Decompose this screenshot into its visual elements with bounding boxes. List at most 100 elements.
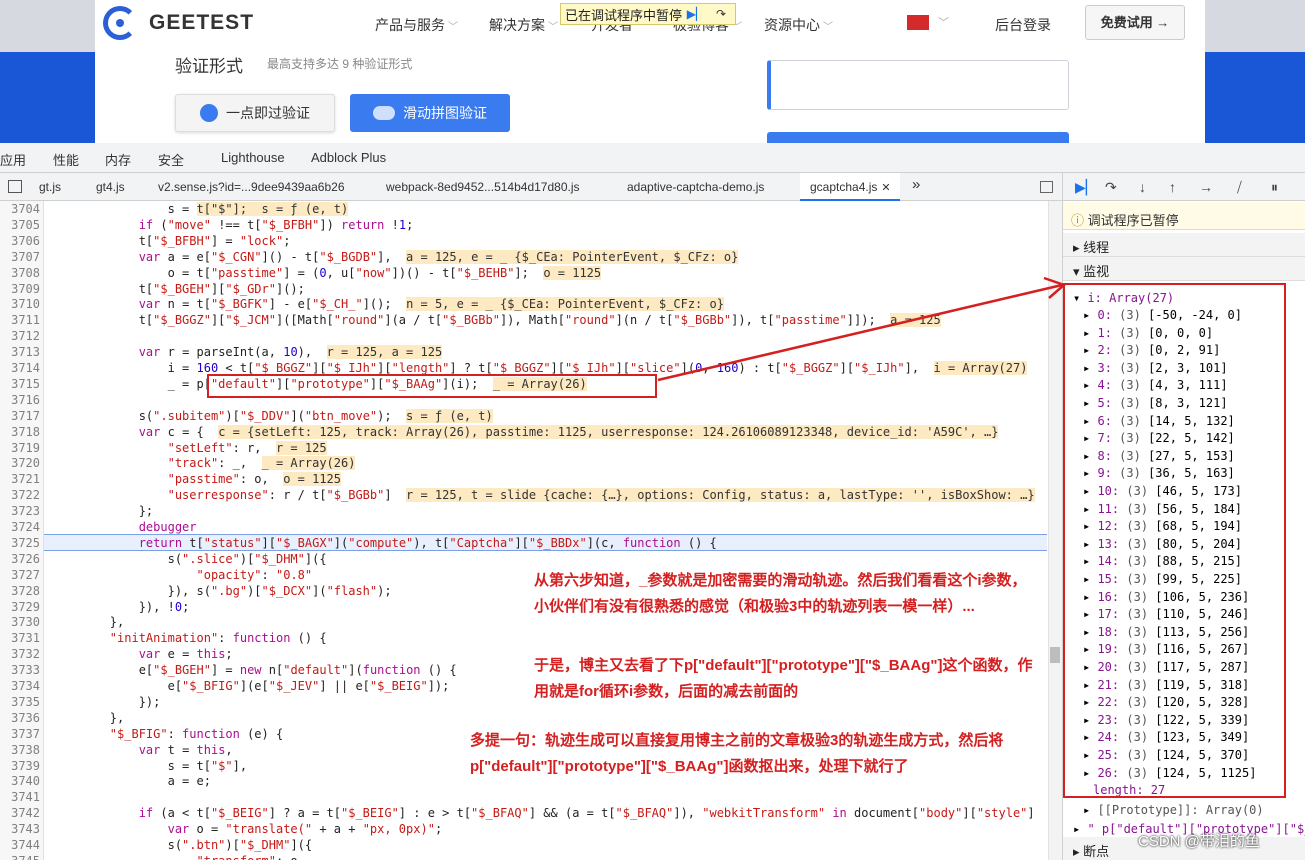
watch-section[interactable]: ▾ 监视 (1063, 257, 1305, 281)
line-number[interactable]: 3708 (2, 265, 40, 281)
step-over-icon[interactable]: ↷ (710, 5, 732, 23)
resume-icon[interactable]: ▶▏ (1075, 179, 1097, 196)
brand-name[interactable]: GEETEST (149, 11, 254, 35)
line-number[interactable]: 3705 (2, 217, 40, 233)
line-number[interactable]: 3713 (2, 344, 40, 360)
threads-label: 线程 (1083, 240, 1110, 255)
tab-adblock[interactable]: Adblock Plus (311, 150, 386, 165)
demo-input-box[interactable] (767, 60, 1069, 110)
close-icon[interactable]: ✕ (881, 182, 890, 194)
tab-memory[interactable]: 内存 (105, 150, 131, 169)
file-tab-gcaptcha4[interactable]: gcaptcha4.js ✕ (810, 180, 891, 194)
line-number[interactable]: 3722 (2, 487, 40, 503)
line-code: var n = t["$_BGFK"] - e["$_CH_"](); n = … (138, 297, 724, 312)
chevron-down-icon[interactable]: ﹀ (938, 14, 949, 30)
step-icon[interactable]: → (1199, 179, 1213, 195)
line-number[interactable]: 3726 (2, 551, 40, 567)
line-number[interactable]: 3725 (2, 535, 40, 551)
more-tabs-icon[interactable]: » (912, 176, 920, 193)
line-number[interactable]: 3744 (2, 837, 40, 853)
step-over-icon[interactable]: ↷ (1105, 179, 1117, 196)
line-code: o = t["passtime"] = (0, u["now"])() - t[… (52, 265, 602, 280)
tab-application[interactable]: 应用 (0, 150, 26, 169)
one-click-verify-button[interactable]: 一点即过验证 (175, 94, 335, 132)
line-code: }, (52, 615, 125, 630)
line-number[interactable]: 3732 (2, 646, 40, 662)
nav-item[interactable]: 资源中心 ﹀ (764, 15, 833, 35)
code-scrollbar-thumb[interactable] (1050, 647, 1060, 663)
line-number[interactable]: 3718 (2, 424, 40, 440)
chevron-down-icon: ﹀ (823, 22, 833, 33)
tab-performance[interactable]: 性能 (53, 150, 79, 169)
toggle-navigator-icon[interactable] (8, 180, 22, 193)
line-number[interactable]: 3739 (2, 758, 40, 774)
line-code: "transform": o (52, 853, 298, 860)
nav-item[interactable]: 产品与服务 ﹀ (375, 15, 458, 35)
line-number[interactable]: 3707 (2, 249, 40, 265)
line-number[interactable]: 3745 (2, 853, 40, 860)
line-number[interactable]: 3704 (2, 201, 40, 217)
code-scrollbar[interactable] (1048, 201, 1062, 860)
line-number[interactable]: 3740 (2, 773, 40, 789)
line-number[interactable]: 3728 (2, 583, 40, 599)
line-number[interactable]: 3712 (2, 328, 40, 344)
resume-icon[interactable]: ▶▏ (685, 5, 707, 23)
line-number[interactable]: 3734 (2, 678, 40, 694)
toggle-debugger-icon[interactable] (1040, 181, 1053, 193)
file-tab-webpack[interactable]: webpack-8ed9452...514b4d17d80.js (386, 180, 580, 194)
line-code: debugger (138, 520, 197, 534)
line-code: t["$_BFBH"] = "lock"; (52, 233, 291, 248)
watch-prototype[interactable]: ▸ [[Prototype]]: Array(0) (1083, 802, 1264, 820)
demo-submit-bar[interactable] (767, 132, 1069, 143)
line-number[interactable]: 3729 (2, 599, 40, 615)
line-number[interactable]: 3721 (2, 471, 40, 487)
deactivate-breakpoints-icon[interactable]: ⧸ (1237, 179, 1242, 196)
line-number[interactable]: 3730 (2, 614, 40, 630)
nav-item[interactable]: 解决方案 ﹀ (489, 15, 558, 35)
file-tab-gt4[interactable]: gt4.js (96, 180, 125, 194)
line-number[interactable]: 3724 (2, 519, 40, 535)
line-number[interactable]: 3716 (2, 392, 40, 408)
line-number[interactable]: 3733 (2, 662, 40, 678)
tab-security[interactable]: 安全 (158, 150, 184, 169)
line-code: }), !0; (52, 599, 190, 614)
pause-on-exceptions-icon[interactable]: ⏸ (1271, 179, 1278, 196)
line-number[interactable]: 3711 (2, 312, 40, 328)
line-number[interactable]: 3727 (2, 567, 40, 583)
collapse-arrow-icon: ▾ (1073, 264, 1084, 279)
file-tab-gt[interactable]: gt.js (39, 180, 61, 194)
login-link[interactable]: 后台登录 (995, 15, 1051, 35)
line-code: "initAnimation": function () { (109, 631, 327, 646)
line-number[interactable]: 3719 (2, 440, 40, 456)
verify-subtitle: 最高支持多达 9 种验证形式 (267, 57, 413, 71)
expand-arrow-icon: ▸ (1073, 240, 1084, 255)
step-into-icon[interactable]: ↓ (1139, 179, 1146, 195)
line-number[interactable]: 3737 (2, 726, 40, 742)
line-number[interactable]: 3736 (2, 710, 40, 726)
line-number[interactable]: 3743 (2, 821, 40, 837)
china-flag-icon[interactable] (907, 15, 929, 30)
line-number[interactable]: 3710 (2, 296, 40, 312)
line-number[interactable]: 3706 (2, 233, 40, 249)
line-number[interactable]: 3723 (2, 503, 40, 519)
slide-verify-button[interactable]: 滑动拼图验证 (350, 94, 510, 132)
line-number[interactable]: 3715 (2, 376, 40, 392)
info-icon: ⓘ (1071, 213, 1085, 228)
free-trial-button[interactable]: 免费试用 → (1085, 5, 1185, 40)
line-number[interactable]: 3741 (2, 789, 40, 805)
file-tab-demo[interactable]: adaptive-captcha-demo.js (627, 180, 764, 194)
line-number[interactable]: 3742 (2, 805, 40, 821)
line-number[interactable]: 3738 (2, 742, 40, 758)
tab-lighthouse[interactable]: Lighthouse (221, 150, 285, 165)
line-number[interactable]: 3709 (2, 281, 40, 297)
slide-icon (373, 106, 395, 120)
file-tab-sense[interactable]: v2.sense.js?id=...9dee9439aa6b26 (158, 180, 345, 194)
line-number[interactable]: 3735 (2, 694, 40, 710)
line-code: }); (52, 694, 161, 709)
line-number[interactable]: 3714 (2, 360, 40, 376)
line-number[interactable]: 3731 (2, 630, 40, 646)
threads-section[interactable]: ▸ 线程 (1063, 233, 1305, 257)
step-out-icon[interactable]: ↑ (1169, 179, 1176, 195)
line-number[interactable]: 3720 (2, 455, 40, 471)
line-number[interactable]: 3717 (2, 408, 40, 424)
